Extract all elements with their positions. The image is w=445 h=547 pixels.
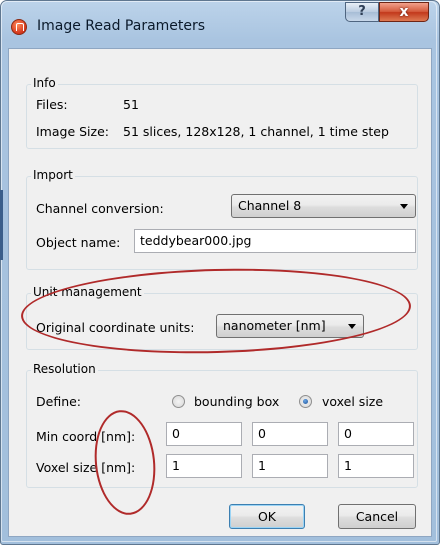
help-button[interactable]: ? [345, 2, 379, 22]
close-button[interactable]: x [379, 2, 429, 22]
import-group [26, 176, 418, 270]
cancel-button[interactable]: Cancel [338, 504, 416, 529]
ok-button[interactable]: OK [229, 504, 305, 529]
info-group-title: Info [31, 76, 58, 90]
object-name-label: Object name: [36, 235, 121, 250]
define-label: Define: [36, 394, 82, 409]
voxel-size-z-field[interactable]: 1 [338, 454, 414, 478]
min-coord-y-field[interactable]: 0 [252, 422, 328, 446]
min-coord-x-field[interactable]: 0 [166, 422, 242, 446]
channel-conversion-value: Channel 8 [238, 198, 302, 213]
voxel-size-label[interactable]: voxel size [322, 394, 383, 409]
image-size-value: 51 slices, 128x128, 1 channel, 1 time st… [123, 124, 389, 139]
voxel-size-y-field[interactable]: 1 [252, 454, 328, 478]
window-title: Image Read Parameters [37, 18, 206, 34]
voxel-size-x-field[interactable]: 1 [166, 454, 242, 478]
bounding-box-label[interactable]: bounding box [194, 394, 279, 409]
channel-conversion-select[interactable]: Channel 8 [231, 194, 416, 218]
min-coord-z-field[interactable]: 0 [338, 422, 414, 446]
background-window-edge [0, 190, 3, 260]
import-group-title: Import [31, 168, 75, 182]
info-group [26, 84, 418, 149]
image-size-label: Image Size: [36, 124, 109, 139]
resolution-title: Resolution [31, 362, 98, 376]
files-value: 51 [123, 97, 139, 112]
radio-bounding-box[interactable] [172, 395, 185, 408]
object-name-field[interactable]: teddybear000.jpg [134, 229, 416, 253]
files-label: Files: [36, 97, 68, 112]
channel-conversion-label: Channel conversion: [36, 201, 164, 216]
app-icon [11, 19, 27, 35]
radio-voxel-size[interactable] [299, 395, 312, 408]
chevron-down-icon [400, 204, 408, 209]
